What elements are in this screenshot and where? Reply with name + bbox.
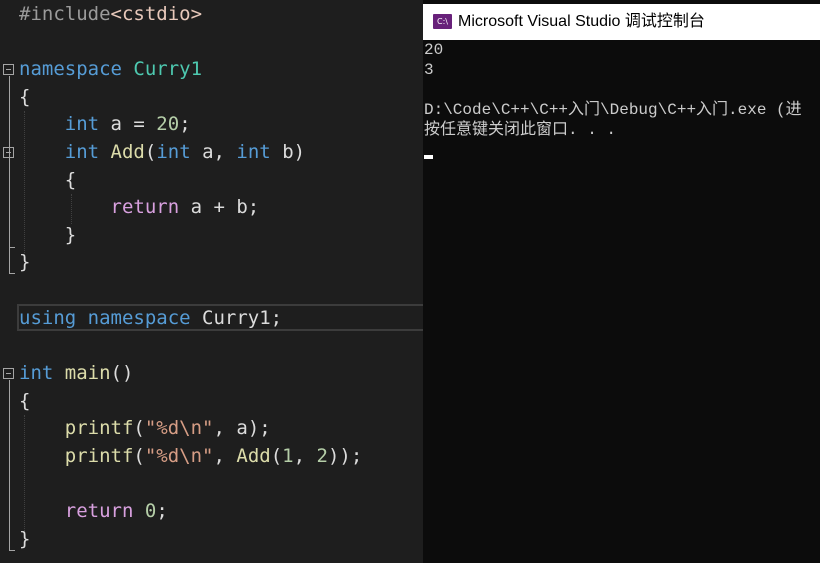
console-title: Microsoft Visual Studio 调试控制台 (458, 13, 705, 30)
code-line-12[interactable]: using namespace Curry1; (19, 305, 282, 332)
outline-guide-add-end (9, 247, 15, 248)
console-output-line: 20 (424, 41, 444, 59)
code-line-15[interactable]: { (19, 388, 30, 415)
code-line-6[interactable]: int Add(int a, int b) (19, 139, 305, 166)
keyword: namespace (19, 58, 122, 80)
brace: { (64, 169, 77, 191)
keyword: int (64, 113, 100, 135)
code-text: () (110, 362, 134, 384)
keyword: int (64, 141, 100, 163)
outline-guide-add (9, 159, 10, 247)
outline-guide-main-end (9, 550, 15, 551)
keyword: int (156, 141, 191, 163)
keyword: namespace (87, 307, 191, 329)
keyword: using (19, 307, 77, 329)
brace: } (19, 528, 31, 550)
number-literal: 20 (156, 113, 180, 135)
number-literal: 0 (144, 500, 157, 522)
keyword: return (110, 196, 180, 218)
debug-console-window[interactable]: C:\ Microsoft Visual Studio 调试控制台 20 3 D… (423, 0, 820, 563)
code-text: b) (270, 141, 306, 163)
number-literal: 2 (316, 445, 328, 467)
code-text: ( (133, 445, 145, 467)
fold-toggle-main[interactable] (3, 368, 14, 379)
preprocessor-directive: #include (19, 3, 111, 25)
string-literal: "%d\n" (144, 445, 214, 467)
string-literal: "%d\n" (144, 417, 214, 439)
code-line-14[interactable]: int main() (19, 360, 133, 387)
code-line-5[interactable]: int a = 20; (19, 111, 191, 138)
function-name: main (64, 362, 111, 384)
function-name: printf (64, 417, 134, 439)
vs-console-icon: C:\ (433, 14, 452, 29)
code-text: ; (179, 113, 191, 135)
code-text: )); (327, 445, 363, 467)
code-line-10[interactable]: } (19, 249, 30, 276)
brace: { (19, 390, 31, 412)
code-line-8[interactable]: return a + b; (19, 194, 260, 221)
brace: { (19, 86, 31, 108)
code-line-9[interactable]: } (19, 222, 76, 249)
outline-guide-main (9, 380, 10, 550)
code-text: ( (144, 141, 157, 163)
code-line-1[interactable]: #include<cstdio> (19, 1, 202, 28)
keyword: int (236, 141, 271, 163)
code-text: ; (156, 500, 168, 522)
namespace-name: Curry1 (121, 58, 203, 80)
function-name: Add (110, 141, 145, 163)
fold-toggle-namespace[interactable] (3, 64, 14, 75)
function-name: Add (236, 445, 271, 467)
code-line-7[interactable]: { (19, 167, 76, 194)
code-text: a, (190, 141, 237, 163)
code-text: ( (270, 445, 283, 467)
code-text: ( (133, 417, 145, 439)
code-text: , (213, 445, 237, 467)
code-line-17[interactable]: printf("%d\n", Add(1, 2)); (19, 443, 363, 470)
code-text: , (293, 445, 317, 467)
console-cursor (424, 155, 433, 159)
code-text: Curry1; (190, 307, 283, 329)
code-line-3[interactable]: namespace Curry1 (19, 56, 202, 83)
keyword: return (64, 500, 134, 522)
function-name: printf (64, 445, 134, 467)
include-target: <cstdio> (110, 3, 203, 25)
code-line-16[interactable]: printf("%d\n", a); (19, 415, 271, 442)
brace: } (64, 224, 77, 246)
number-literal: 1 (282, 445, 294, 467)
console-output-line: 按任意键关闭此窗口. . . (424, 121, 617, 139)
console-output-line: 3 (424, 61, 434, 79)
code-text: , a); (213, 417, 271, 439)
code-line-20[interactable]: } (19, 526, 30, 553)
code-line-19[interactable]: return 0; (19, 498, 168, 525)
code-line-4[interactable]: { (19, 84, 30, 111)
code-text: a + b; (179, 196, 260, 218)
code-text: a = (99, 113, 157, 135)
code-editor[interactable]: #include<cstdio> namespace Curry1 { int … (0, 0, 423, 563)
brace: } (19, 251, 31, 273)
console-title-bar[interactable]: C:\ Microsoft Visual Studio 调试控制台 (423, 4, 820, 40)
outline-guide-namespace-end (9, 273, 15, 274)
console-output-line: D:\Code\C++\C++入门\Debug\C++入门.exe (进 (424, 101, 802, 119)
keyword: int (19, 362, 54, 384)
